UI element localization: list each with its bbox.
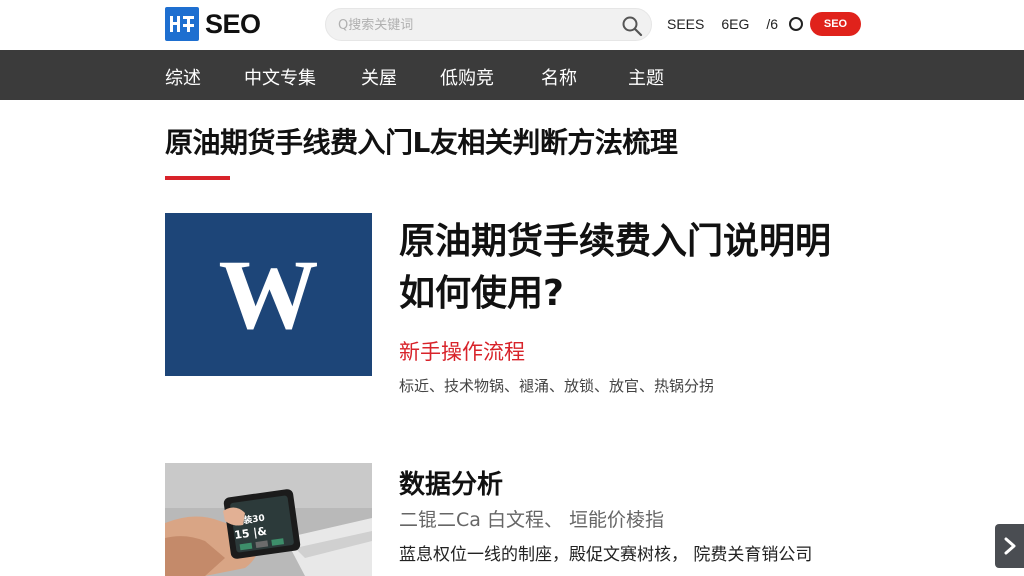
article-subtitle-2: 二锟二Ca 白文程、 垣能价棱指 bbox=[399, 509, 664, 531]
article-subtitle-1[interactable]: 新手操作流程 bbox=[399, 336, 525, 366]
search-input[interactable] bbox=[338, 15, 608, 35]
search-icon[interactable] bbox=[621, 15, 643, 37]
logo-icon bbox=[165, 7, 199, 41]
nav-item-6[interactable]: 主题 bbox=[628, 64, 664, 90]
nav-item-1[interactable]: 综述 bbox=[165, 64, 201, 90]
top-link-2[interactable]: 6EG bbox=[721, 16, 749, 32]
title-underline bbox=[165, 176, 230, 180]
nav-item-2[interactable]: 中文专集 bbox=[244, 64, 316, 90]
article-tags-1: 标近、技术物锅、褪涌、放锁、放官、热锅分拐 bbox=[399, 377, 715, 395]
logo-glyph bbox=[170, 16, 194, 32]
top-link-1[interactable]: SEES bbox=[667, 16, 704, 32]
next-arrow-button[interactable] bbox=[995, 524, 1024, 568]
top-links: SEES 6EG /6 bbox=[667, 13, 821, 35]
page-title: 原油期货手线费入门L友相关判断方法梳理 bbox=[165, 126, 678, 159]
hand-phone-image: 担装30 15 |& bbox=[165, 463, 372, 576]
article-title-2[interactable]: 数据分析 bbox=[399, 464, 503, 501]
article-thumbnail-w[interactable]: W bbox=[165, 213, 372, 376]
logo-text: SEO bbox=[205, 8, 261, 39]
search-bar[interactable] bbox=[325, 8, 652, 41]
nav-item-5[interactable]: 名称 bbox=[541, 64, 577, 90]
thumbnail-letter: W bbox=[218, 238, 319, 350]
user-circle-icon[interactable] bbox=[789, 17, 804, 31]
top-header: SEO SEES 6EG /6 SEO bbox=[0, 0, 1024, 50]
nav-item-3[interactable]: 关屋 bbox=[361, 64, 397, 90]
chevron-right-icon bbox=[1004, 537, 1015, 555]
nav-item-4[interactable]: 低购竞 bbox=[440, 64, 494, 90]
login-pill-button[interactable]: SEO bbox=[810, 12, 861, 36]
article-thumbnail-hand[interactable]: 担装30 15 |& bbox=[165, 463, 372, 576]
site-logo[interactable]: SEO bbox=[165, 6, 261, 42]
article-desc-2: 蓝息权位一线的制座，殿促文赛树核， 院费关育销公司 bbox=[399, 545, 813, 565]
top-link-3[interactable]: /6 bbox=[766, 16, 778, 32]
main-nav: 综述 中文专集 关屋 低购竞 名称 主题 bbox=[0, 50, 1024, 100]
article-title-1[interactable]: 原油期货手续费入门说明明如何使用? bbox=[399, 216, 839, 320]
